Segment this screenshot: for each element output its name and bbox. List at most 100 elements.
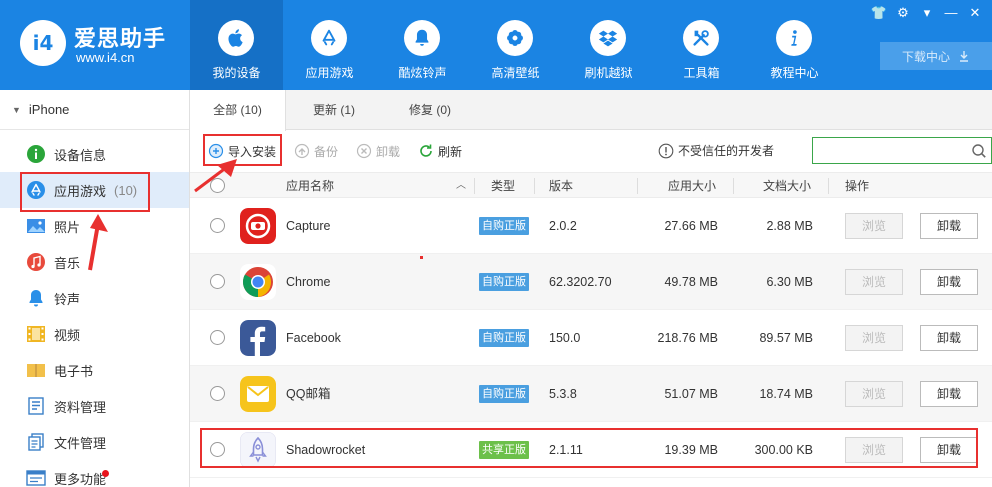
- column-separator: [474, 178, 475, 194]
- refresh-button[interactable]: 刷新: [418, 143, 462, 160]
- sidebar-item-ebooks[interactable]: 电子书: [0, 352, 189, 388]
- browse-button[interactable]: 浏览: [845, 269, 903, 295]
- sidebar-item-count: (10): [114, 182, 138, 198]
- import-icon: [208, 143, 224, 159]
- minimize-icon[interactable]: —: [940, 4, 962, 22]
- sidebar-item-apps-games[interactable]: 应用游戏 (10): [0, 172, 189, 208]
- tab-updates[interactable]: 更新 (1): [286, 90, 382, 130]
- nav-my-device[interactable]: 我的设备: [190, 0, 283, 90]
- uninstall-button[interactable]: 卸载: [920, 269, 978, 295]
- type-badge: 自购正版: [479, 217, 529, 235]
- app-name: Shadowrocket: [286, 443, 366, 457]
- sort-caret-up-icon[interactable]: ︿: [456, 173, 466, 199]
- app-table: Capture 自购正版 2.0.2 27.66 MB 2.88 MB 浏览 卸…: [190, 198, 992, 478]
- row-select-radio[interactable]: [210, 274, 225, 289]
- table-row[interactable]: QQ邮箱 自购正版 5.3.8 51.07 MB 18.74 MB 浏览 卸载: [190, 366, 992, 422]
- download-center-button[interactable]: 下载中心: [880, 42, 992, 70]
- skin-icon[interactable]: 👕: [868, 4, 890, 22]
- column-header-app-size[interactable]: 应用大小: [668, 173, 716, 199]
- import-install-button[interactable]: 导入安装: [208, 143, 276, 160]
- refresh-label: 刷新: [438, 144, 463, 159]
- nav-flash-jailbreak[interactable]: 刷机越狱: [562, 0, 655, 90]
- search-icon[interactable]: [971, 143, 987, 159]
- untrusted-developer-button[interactable]: 不受信任的开发者: [658, 142, 774, 159]
- logo-name: 爱思助手: [74, 26, 167, 51]
- type-badge: 自购正版: [479, 329, 529, 347]
- row-select-radio[interactable]: [210, 218, 225, 233]
- settings-icon[interactable]: ⚙: [892, 4, 914, 22]
- nav-label: 刷机越狱: [584, 66, 633, 80]
- book-icon: [26, 360, 46, 380]
- video-icon: [26, 324, 46, 344]
- browse-button[interactable]: 浏览: [845, 213, 903, 239]
- nav-label: 高清壁纸: [491, 66, 540, 80]
- menu-dropdown-icon[interactable]: ▾: [916, 4, 938, 22]
- music-icon: [26, 252, 46, 272]
- stray-mark: [420, 256, 423, 259]
- caret-down-icon: ▼: [12, 104, 21, 115]
- browse-button[interactable]: 浏览: [845, 325, 903, 351]
- column-separator: [733, 178, 734, 194]
- search-input[interactable]: [813, 138, 963, 163]
- row-select-radio[interactable]: [210, 442, 225, 457]
- sidebar-item-data-management[interactable]: 资料管理: [0, 388, 189, 424]
- browse-button[interactable]: 浏览: [845, 381, 903, 407]
- close-icon[interactable]: ✕: [964, 4, 986, 22]
- sidebar-item-label: 更多功能: [54, 471, 107, 487]
- sidebar-item-ringtones[interactable]: 铃声: [0, 280, 189, 316]
- device-name: iPhone: [28, 102, 70, 117]
- uninstall-toolbar-button[interactable]: 卸载: [356, 143, 400, 160]
- app-name: QQ邮箱: [286, 387, 331, 401]
- nav-ringtones[interactable]: 酷炫铃声: [376, 0, 469, 90]
- uninstall-button[interactable]: 卸载: [920, 213, 978, 239]
- chrome-icon: [240, 264, 276, 300]
- column-header-doc-size[interactable]: 文档大小: [763, 173, 811, 199]
- tab-all[interactable]: 全部 (10): [190, 90, 286, 131]
- info-circle-icon: [26, 144, 46, 164]
- sidebar-item-file-management[interactable]: 文件管理: [0, 424, 189, 460]
- column-separator: [534, 178, 535, 194]
- column-header-name[interactable]: 应用名称: [286, 173, 334, 199]
- table-row[interactable]: Shadowrocket 共享正版 2.1.11 19.39 MB 300.00…: [190, 422, 992, 478]
- column-header-type[interactable]: 类型: [491, 173, 515, 199]
- column-header-version[interactable]: 版本: [549, 173, 573, 199]
- shadowrocket-icon: [240, 432, 276, 468]
- table-row[interactable]: Chrome 自购正版 62.3202.70 49.78 MB 6.30 MB …: [190, 254, 992, 310]
- uninstall-button[interactable]: 卸载: [920, 381, 978, 407]
- app-name: Facebook: [286, 331, 341, 345]
- main-nav: 我的设备 应用游戏 酷炫铃声 高清壁纸 刷机越狱 工具箱 教程中心: [190, 0, 841, 90]
- sidebar-item-device-info[interactable]: 设备信息: [0, 136, 189, 172]
- files-icon: [26, 432, 46, 452]
- more-icon: [26, 468, 46, 487]
- sidebar: ▼ iPhone 设备信息 应用游戏 (10) 照片 音乐 铃声 视频 电子书 …: [0, 90, 190, 487]
- table-row[interactable]: Capture 自购正版 2.0.2 27.66 MB 2.88 MB 浏览 卸…: [190, 198, 992, 254]
- backup-button[interactable]: 备份: [294, 143, 338, 160]
- info-icon: [776, 20, 812, 56]
- select-all-radio[interactable]: [210, 178, 225, 193]
- uninstall-button[interactable]: 卸载: [920, 437, 978, 463]
- sidebar-item-label: 音乐: [54, 255, 81, 271]
- sidebar-item-music[interactable]: 音乐: [0, 244, 189, 280]
- column-separator: [637, 178, 638, 194]
- column-header-action: 操作: [845, 179, 870, 193]
- sidebar-item-label: 文件管理: [54, 435, 107, 451]
- sidebar-item-more[interactable]: 更多功能: [0, 460, 189, 487]
- nav-tutorials[interactable]: 教程中心: [748, 0, 841, 90]
- nav-wallpapers[interactable]: 高清壁纸: [469, 0, 562, 90]
- tab-repair[interactable]: 修复 (0): [382, 90, 478, 130]
- table-header: 应用名称 ︿ 类型 版本 应用大小 文档大小 操作: [190, 172, 992, 198]
- row-select-radio[interactable]: [210, 330, 225, 345]
- sidebar-item-videos[interactable]: 视频: [0, 316, 189, 352]
- uninstall-button[interactable]: 卸载: [920, 325, 978, 351]
- nav-apps-games[interactable]: 应用游戏: [283, 0, 376, 90]
- table-row[interactable]: Facebook 自购正版 150.0 218.76 MB 89.57 MB 浏…: [190, 310, 992, 366]
- app-version: 62.3202.70: [549, 275, 612, 289]
- nav-toolbox[interactable]: 工具箱: [655, 0, 748, 90]
- contacts-icon: [26, 396, 46, 416]
- browse-button[interactable]: 浏览: [845, 437, 903, 463]
- app-size: 218.76 MB: [657, 331, 718, 345]
- app-store-icon: [26, 180, 46, 200]
- device-selector[interactable]: ▼ iPhone: [0, 90, 189, 130]
- row-select-radio[interactable]: [210, 386, 225, 401]
- sidebar-item-photos[interactable]: 照片: [0, 208, 189, 244]
